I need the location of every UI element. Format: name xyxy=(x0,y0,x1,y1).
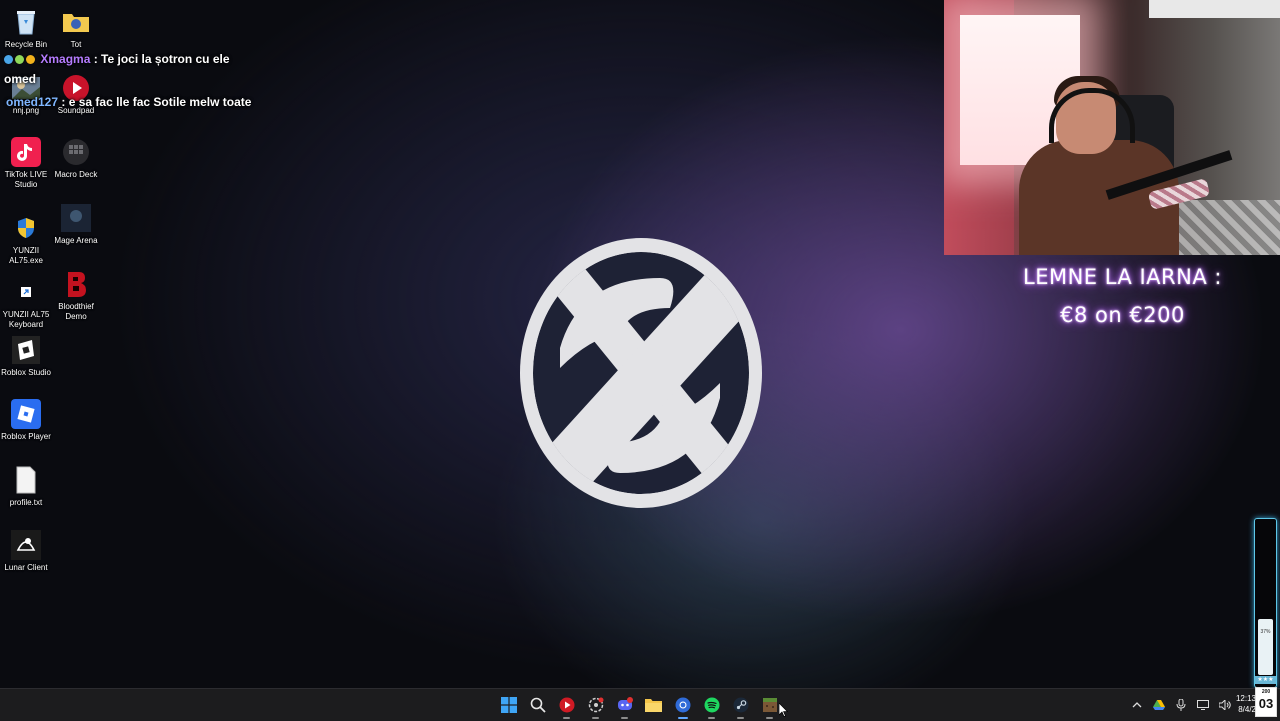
tiktok-icon xyxy=(10,136,42,168)
goal-progress: €8 on €200 xyxy=(1060,303,1185,327)
recycle-bin-icon xyxy=(10,6,42,38)
desktop-icon-label: YUNZII AL75.exe xyxy=(9,246,43,265)
app-streamer-bot[interactable] xyxy=(581,689,610,721)
system-tray xyxy=(1128,689,1234,721)
app-discord[interactable] xyxy=(610,689,639,721)
webcam-feed xyxy=(944,0,1280,255)
goal-title: LEMNE LA IARNA : xyxy=(1023,265,1222,289)
play-red-icon xyxy=(559,697,574,713)
chat-username: Xmagma xyxy=(40,52,91,66)
badge-icon xyxy=(15,55,24,64)
desktop-icon-lunar-client[interactable]: Lunar Client xyxy=(0,529,52,573)
desktop-icon-recycle-bin[interactable]: Recycle Bin xyxy=(0,6,52,50)
desktop-icon-soundpad[interactable]: Soundpad xyxy=(50,72,102,116)
desktop-icon-roblox-studio[interactable]: Roblox Studio xyxy=(0,334,52,378)
desktop-icon-bloodthief[interactable]: Bloodthief Demo xyxy=(50,268,102,322)
desktop-icon-label: YUNZII AL75 Keyboard xyxy=(2,310,50,329)
desktop-icon-tiktok-live-studio[interactable]: TikTok LIVE Studio xyxy=(0,136,52,190)
clock-time: 12:13 xyxy=(1235,694,1256,703)
chat-message: Xmagma : Te joci la șotron cu ele xyxy=(4,52,230,66)
chat-username: omed127 xyxy=(6,95,59,109)
meter-percent: 37% xyxy=(1260,629,1271,635)
app-chrome[interactable] xyxy=(668,689,697,721)
discord-icon xyxy=(617,697,633,710)
chat-message: omed127 : e sa fac lle fac Sotile melw t… xyxy=(6,95,251,109)
app-spotify[interactable] xyxy=(697,689,726,721)
roblox-studio-icon xyxy=(10,334,42,366)
minecraft-icon xyxy=(762,698,777,712)
progress-meter: 37% ★★★ xyxy=(1254,518,1277,688)
meter-footer: ★★★ xyxy=(1255,676,1276,684)
chat-username: omed xyxy=(4,72,37,86)
desktop-icon-label: Mage Arena xyxy=(54,236,98,245)
lunar-client-icon xyxy=(10,529,42,561)
microphone-icon[interactable] xyxy=(1172,695,1190,715)
desktop-icon-tot[interactable]: Tot xyxy=(50,6,102,50)
clock-date: 8/4/2 xyxy=(1238,705,1256,714)
meter-fill xyxy=(1258,619,1273,675)
bot-icon xyxy=(588,697,603,713)
desktop-icon-yunzii-exe[interactable]: YUNZII AL75.exe xyxy=(0,212,52,266)
clock[interactable]: 12:13 8/4/2 xyxy=(1226,693,1256,715)
desktop-icon-label: Lunar Client xyxy=(4,563,48,572)
game-icon xyxy=(60,202,92,234)
donation-goal: LEMNE LA IARNA : €8 on €200 xyxy=(985,258,1260,334)
desktop-icon-label: Roblox Studio xyxy=(1,368,51,377)
desktop-icon-label: Bloodthief Demo xyxy=(58,302,94,321)
keyboard-app-icon xyxy=(10,276,42,308)
app-steam[interactable] xyxy=(726,689,755,721)
calendar-day: 03 xyxy=(1258,696,1274,711)
badge-icon xyxy=(26,55,35,64)
chevron-up-icon[interactable] xyxy=(1128,695,1146,715)
bloodthief-icon xyxy=(60,268,92,300)
browser-icon xyxy=(675,697,690,713)
chat-text: e sa fac lle fac Sotile melw toate xyxy=(68,95,252,109)
chat-message: omed xyxy=(4,72,36,86)
desktop-icon-yunzii-keyboard[interactable]: YUNZII AL75 Keyboard xyxy=(0,276,52,330)
desktop-icon-roblox-player[interactable]: Roblox Player xyxy=(0,398,52,442)
shield-exe-icon xyxy=(10,212,42,244)
display-icon[interactable] xyxy=(1194,695,1212,715)
drive-icon[interactable] xyxy=(1150,695,1168,715)
calendar-widget: 200 03 xyxy=(1255,687,1277,717)
desktop-icon-label: Macro Deck xyxy=(54,170,98,179)
search-button[interactable] xyxy=(523,689,552,721)
folder-icon xyxy=(60,6,92,38)
desktop-icon-label: Recycle Bin xyxy=(4,40,48,49)
chat-text: Te joci la șotron cu ele xyxy=(101,52,230,66)
app-file-explorer[interactable] xyxy=(639,689,668,721)
app-youtube-music[interactable] xyxy=(552,689,581,721)
desktop-icon-macro-deck[interactable]: Macro Deck xyxy=(50,136,102,180)
start-button[interactable] xyxy=(494,689,523,721)
taskbar: 12:13 8/4/2 xyxy=(0,688,1280,721)
mouse-cursor-icon xyxy=(779,703,788,717)
roblox-player-icon xyxy=(10,398,42,430)
desktop-icon-label: Tot xyxy=(70,40,82,49)
calendar-month: 200 xyxy=(1261,689,1271,695)
wallpaper-logo xyxy=(520,238,762,508)
macro-deck-icon xyxy=(60,136,92,168)
text-file-icon xyxy=(10,464,42,496)
search-icon xyxy=(530,697,546,713)
folder-icon xyxy=(645,699,662,712)
desktop-icon-label: Roblox Player xyxy=(1,432,51,441)
desktop-icon-profile-txt[interactable]: profile.txt xyxy=(0,464,52,508)
desktop-icon-label: TikTok LIVE Studio xyxy=(4,170,48,189)
steam-icon xyxy=(733,697,748,713)
taskbar-apps xyxy=(494,689,784,721)
chat-separator: : xyxy=(58,95,69,109)
chat-separator: : xyxy=(90,52,102,66)
desktop-icon-label: profile.txt xyxy=(9,498,43,507)
windows-start-icon xyxy=(500,697,517,713)
badge-icon xyxy=(4,55,13,64)
desktop-icon-mage-arena[interactable]: Mage Arena xyxy=(50,202,102,246)
spotify-icon xyxy=(704,697,719,713)
